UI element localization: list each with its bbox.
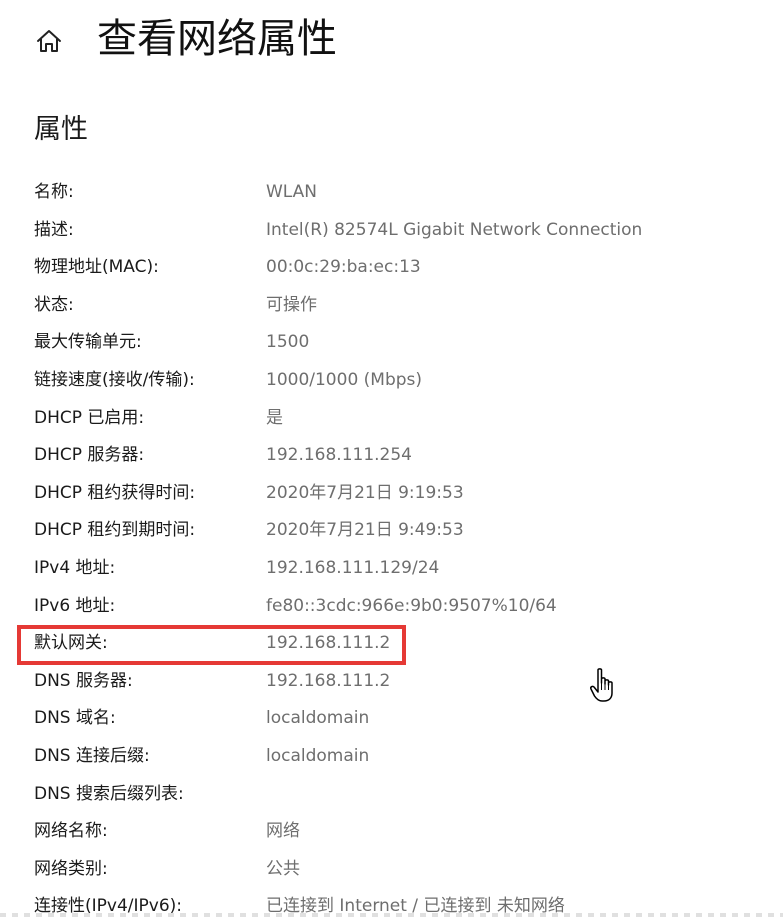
property-value: 1500	[266, 332, 310, 353]
property-label: DNS 服务器:	[34, 670, 133, 691]
property-label: DHCP 服务器:	[34, 445, 145, 466]
property-label: 网络类别:	[34, 858, 108, 879]
property-label: DHCP 租约到期时间:	[34, 520, 196, 541]
property-row-dhcp-server: DHCP 服务器: 192.168.111.254	[0, 437, 783, 475]
property-row-dns-connection-suffix: DNS 连接后缀: localdomain	[0, 738, 783, 776]
property-value: 192.168.111.129/24	[266, 557, 440, 578]
property-label: IPv4 地址:	[34, 557, 116, 578]
property-value: 00:0c:29:ba:ec:13	[266, 257, 421, 278]
property-label: DNS 域名:	[34, 708, 116, 729]
property-value: localdomain	[266, 745, 370, 766]
property-label: 状态:	[34, 294, 74, 315]
property-value: 1000/1000 (Mbps)	[266, 369, 423, 390]
property-row-mac-address: 物理地址(MAC): 00:0c:29:ba:ec:13	[0, 249, 783, 287]
property-value: 可操作	[266, 294, 317, 315]
property-label: 链接速度(接收/传输):	[34, 369, 195, 390]
home-icon[interactable]	[34, 26, 64, 56]
property-value: localdomain	[266, 708, 370, 729]
property-label: 物理地址(MAC):	[34, 257, 159, 278]
property-row-name: 名称: WLAN	[0, 174, 783, 212]
property-label: 名称:	[34, 182, 74, 202]
property-row-lease-obtained: DHCP 租约获得时间: 2020年7月21日 9:19:53	[0, 475, 783, 513]
property-value: 2020年7月21日 9:19:53	[266, 482, 464, 503]
network-properties-page: 查看网络属性 属性 名称: WLAN 描述: Intel(R) 82574L G…	[0, 0, 783, 917]
property-label: 最大传输单元:	[34, 332, 142, 353]
property-value: 192.168.111.2	[266, 670, 391, 691]
property-value: fe80::3cdc:966e:9b0:9507%10/64	[266, 595, 557, 616]
property-row-dns-servers: DNS 服务器: 192.168.111.2	[0, 663, 783, 701]
property-label: DNS 连接后缀:	[34, 745, 150, 766]
property-row-mtu: 最大传输单元: 1500	[0, 324, 783, 362]
property-row-ipv4-address: IPv4 地址: 192.168.111.129/24	[0, 550, 783, 588]
property-label: DHCP 已启用:	[34, 407, 145, 428]
property-row-network-category: 网络类别: 公共	[0, 851, 783, 889]
property-row-ipv6-address: IPv6 地址: fe80::3cdc:966e:9b0:9507%10/64	[0, 588, 783, 626]
property-value: Intel(R) 82574L Gigabit Network Connecti…	[266, 219, 643, 240]
property-value: 公共	[266, 858, 300, 879]
property-label: 网络名称:	[34, 821, 108, 842]
property-value: 是	[266, 407, 283, 428]
property-label: DHCP 租约获得时间:	[34, 482, 196, 503]
page-header: 查看网络属性	[0, 0, 783, 90]
property-value: 网络	[266, 821, 300, 842]
property-row-description: 描述: Intel(R) 82574L Gigabit Network Conn…	[0, 212, 783, 250]
property-label: DNS 搜索后缀列表:	[34, 783, 184, 804]
property-row-link-speed: 链接速度(接收/传输): 1000/1000 (Mbps)	[0, 362, 783, 400]
property-row-status: 状态: 可操作	[0, 287, 783, 325]
cropped-content-edge	[0, 913, 783, 917]
page-title: 查看网络属性	[97, 16, 337, 62]
property-list: 名称: WLAN 描述: Intel(R) 82574L Gigabit Net…	[0, 174, 783, 917]
section-title: 属性	[34, 114, 88, 145]
property-row-lease-expires: DHCP 租约到期时间: 2020年7月21日 9:49:53	[0, 512, 783, 550]
property-row-dns-domain: DNS 域名: localdomain	[0, 700, 783, 738]
property-row-dhcp-enabled: DHCP 已启用: 是	[0, 400, 783, 438]
property-row-default-gateway: 默认网关: 192.168.111.2	[0, 625, 783, 663]
property-value: 192.168.111.254	[266, 445, 413, 466]
property-row-dns-search-suffix-list: DNS 搜索后缀列表:	[0, 776, 783, 814]
property-row-network-name: 网络名称: 网络	[0, 813, 783, 851]
property-label: 描述:	[34, 219, 74, 240]
property-label: IPv6 地址:	[34, 595, 116, 616]
property-label: 默认网关:	[34, 633, 108, 654]
property-value: WLAN	[266, 182, 318, 202]
property-value: 2020年7月21日 9:49:53	[266, 520, 464, 541]
property-value: 192.168.111.2	[266, 633, 391, 654]
